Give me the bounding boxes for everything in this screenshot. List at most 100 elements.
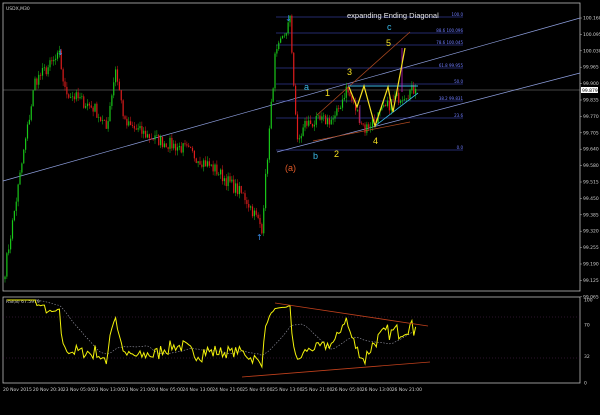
wave-label-a-paren: (a) xyxy=(285,163,296,173)
candle xyxy=(255,207,257,217)
candle xyxy=(182,142,184,157)
candle xyxy=(285,32,287,39)
candle xyxy=(8,244,10,256)
pattern-title: expanding Ending Diagonal xyxy=(347,11,439,20)
candle xyxy=(265,169,267,212)
candle xyxy=(321,112,323,124)
wave-zigzag[interactable] xyxy=(348,47,406,129)
candle xyxy=(124,114,126,120)
candle xyxy=(400,99,402,106)
candle xyxy=(334,111,336,122)
rsi-axis: 100 70 32 0 xyxy=(584,298,593,387)
price-tick-label: 99.125 xyxy=(583,278,599,284)
wave-label-a: a xyxy=(304,82,309,92)
candle xyxy=(225,174,227,191)
price-tick-label: 99.835 xyxy=(583,98,599,104)
price-tick-label: 99.515 xyxy=(583,180,599,186)
candle xyxy=(227,172,229,191)
candle xyxy=(300,133,302,143)
chart-window: USDX,M30 RSI(8) 67.5979 100.0 88.6 100.09… xyxy=(0,0,600,415)
time-tick-label: 24 Nov 05:00 xyxy=(153,387,183,393)
candle xyxy=(340,105,342,110)
candle xyxy=(88,101,90,109)
candle xyxy=(205,156,207,167)
candle xyxy=(10,235,12,254)
candle xyxy=(11,218,14,241)
candle xyxy=(71,91,74,102)
candle xyxy=(304,117,306,132)
candle xyxy=(145,126,147,139)
candle xyxy=(150,133,152,140)
rsi-lower-trendline[interactable] xyxy=(241,361,431,378)
candle xyxy=(96,101,98,118)
candle xyxy=(349,91,351,98)
candle xyxy=(276,44,278,57)
price-tick-label: 99.320 xyxy=(583,229,599,235)
candle xyxy=(231,176,233,184)
wave-label-2: 2 xyxy=(334,149,339,159)
time-tick-label: 20 Nov 20:30 xyxy=(33,387,63,393)
candle xyxy=(6,251,8,279)
candle xyxy=(398,87,400,106)
candle xyxy=(98,113,100,123)
price-tick-label: 99.580 xyxy=(583,163,599,169)
candle xyxy=(51,56,53,65)
candle xyxy=(248,199,250,212)
candle xyxy=(308,115,310,128)
fib-level-label: 0.0 xyxy=(457,145,464,150)
candle xyxy=(171,134,173,151)
wave-label-c: c xyxy=(387,22,392,32)
candle xyxy=(360,121,362,125)
time-tick-label: 24 Nov 21:00 xyxy=(212,387,242,393)
candle xyxy=(118,78,120,91)
rsi-moving-average-line xyxy=(6,299,416,356)
candle xyxy=(133,122,135,132)
candle xyxy=(223,175,225,186)
candle xyxy=(411,81,413,94)
candle xyxy=(199,156,201,165)
time-axis: 20 Nov 2015 20 Nov 20:30 23 Nov 05:00 23 No… xyxy=(3,387,422,393)
candle xyxy=(32,90,34,107)
candle xyxy=(362,123,364,127)
candle xyxy=(26,121,29,141)
candle xyxy=(28,114,30,125)
wave-label-b: b xyxy=(313,151,318,161)
candle xyxy=(81,92,83,100)
price-tick-label: 100.095 xyxy=(583,32,600,38)
candle xyxy=(109,102,111,122)
candle xyxy=(173,140,175,151)
candle xyxy=(45,65,47,77)
candle xyxy=(386,96,389,108)
candle xyxy=(148,133,150,143)
candle xyxy=(332,114,334,125)
candle xyxy=(161,136,164,149)
time-tick-label: 26 Nov 13:00 xyxy=(362,387,392,393)
candle xyxy=(13,210,15,222)
candle xyxy=(135,124,137,131)
time-tick-label: 26 Nov 05:00 xyxy=(332,387,362,393)
channel-upper-line[interactable] xyxy=(316,31,411,116)
candle xyxy=(366,121,368,136)
fib-level-label: 23.6 xyxy=(454,113,463,118)
candle xyxy=(385,103,387,107)
candle xyxy=(236,179,239,197)
candle xyxy=(315,112,317,128)
candle xyxy=(158,133,160,146)
candle xyxy=(238,182,240,199)
candle xyxy=(111,93,113,110)
candle xyxy=(246,196,248,209)
candle xyxy=(90,100,92,109)
lower-trendline[interactable] xyxy=(276,72,581,153)
candle xyxy=(191,146,194,153)
fractal-down-arrow-icon: ↓ xyxy=(285,14,292,23)
candle xyxy=(53,56,55,66)
candle xyxy=(62,67,64,86)
fib-level-label: 100.0 xyxy=(452,12,464,17)
candle xyxy=(190,146,192,149)
candle xyxy=(195,157,197,164)
candle xyxy=(364,122,366,136)
rsi-upper-trendline[interactable] xyxy=(274,302,429,327)
candle xyxy=(23,148,25,164)
candle xyxy=(130,116,132,126)
wave-label-4: 4 xyxy=(373,136,378,146)
